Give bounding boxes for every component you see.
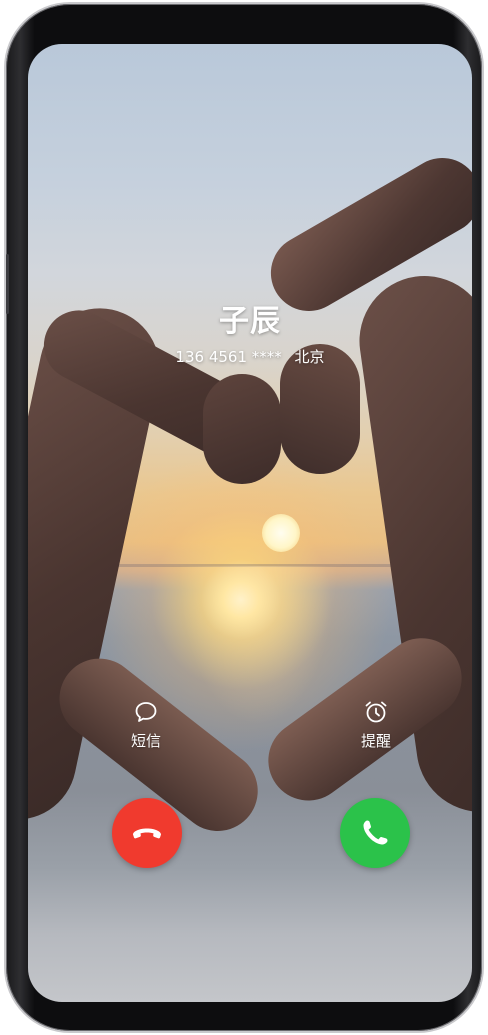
remind-action[interactable]: 提醒: [331, 698, 421, 751]
caller-number: 136 4561 ****: [175, 348, 282, 366]
caller-location: 北京: [294, 348, 325, 366]
phone-hangup-icon: [133, 828, 161, 839]
phone-frame: 子辰 136 4561 **** 北京 短信 提醒: [6, 4, 482, 1031]
wallpaper-left-knuckle: [203, 374, 281, 484]
message-bubble-icon: [135, 702, 157, 722]
message-label: 短信: [130, 732, 161, 750]
caller-info: 136 4561 **** 北京: [28, 346, 472, 367]
wallpaper-sea-shine: [178, 566, 338, 726]
phone-answer-icon: [363, 820, 388, 845]
wallpaper-sun: [262, 514, 300, 552]
answer-call-button[interactable]: [340, 798, 410, 868]
remind-label: 提醒: [360, 732, 391, 750]
volume-key: [6, 254, 9, 314]
message-action[interactable]: 短信: [101, 698, 191, 751]
caller-name: 子辰: [219, 304, 281, 339]
alarm-clock-icon: [365, 701, 387, 723]
incoming-call-screen: 子辰 136 4561 **** 北京 短信 提醒: [28, 44, 472, 1002]
decline-call-button[interactable]: [112, 798, 182, 868]
